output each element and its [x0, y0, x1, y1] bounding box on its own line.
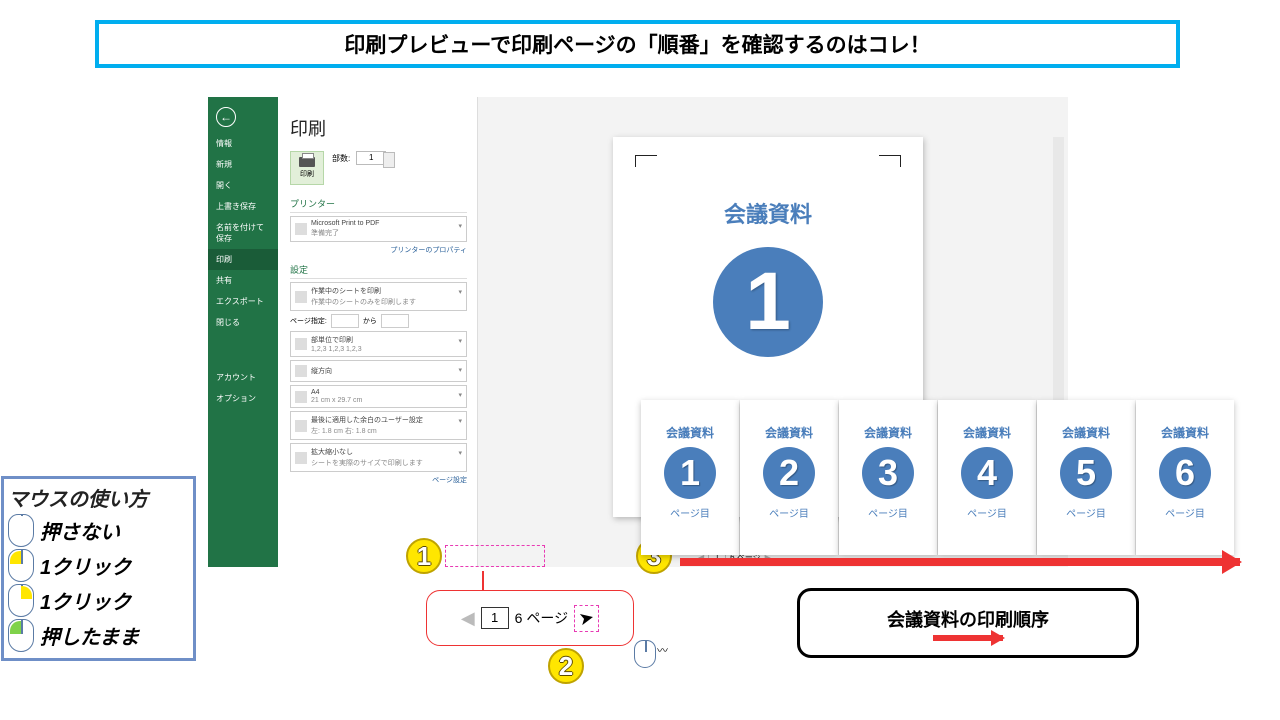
print-button[interactable]: 印刷: [290, 151, 324, 185]
sidebar-item-save[interactable]: 上書き保存: [208, 196, 278, 217]
sidebar-item-open[interactable]: 開く: [208, 175, 278, 196]
preview-doc-title: 会議資料: [724, 197, 812, 229]
arrow-right-icon: [933, 635, 1003, 641]
backstage-sidebar: ← 情報 新規 開く 上書き保存 名前を付けて保存 印刷 共有 エクスポート 閉…: [208, 97, 278, 567]
sidebar-item-close[interactable]: 閉じる: [208, 312, 278, 333]
thumb-page: 会議資料5ページ目: [1037, 400, 1135, 555]
callout-highlight-box: [445, 545, 545, 567]
legend-row-none: 押さない: [8, 514, 189, 547]
legend-title: マウスの使い方: [8, 483, 189, 512]
mouse-icon: 〰: [634, 640, 656, 668]
thumb-page: 会議資料1ページ目: [641, 400, 739, 555]
copies-stepper[interactable]: 1: [356, 151, 386, 165]
print-heading: 印刷: [290, 115, 467, 141]
crop-mark-icon: [879, 155, 901, 167]
print-what-select[interactable]: 作業中のシートを印刷作業中のシートのみを印刷します: [290, 282, 467, 311]
page-order-thumbnails: 会議資料1ページ目 会議資料2ページ目 会議資料3ページ目 会議資料4ページ目 …: [641, 400, 1235, 555]
sidebar-item-export[interactable]: エクスポート: [208, 291, 278, 312]
page-to-input[interactable]: [381, 314, 409, 328]
sidebar-item-saveas[interactable]: 名前を付けて保存: [208, 217, 278, 249]
copies-label: 部数:: [332, 153, 350, 164]
printer-status-icon: [295, 223, 307, 235]
order-arrow: [680, 558, 1240, 566]
step-badge-2: 2: [548, 648, 584, 684]
page-range-row: ページ指定: から: [290, 314, 467, 328]
callout-zoom-bubble: ◀ 1 6 ページ ➤: [426, 590, 634, 646]
mouse-legend: マウスの使い方 押さない 1クリック 1クリック 押したまま: [1, 476, 196, 661]
sidebar-item-share[interactable]: 共有: [208, 270, 278, 291]
page-setup-link[interactable]: ページ設定: [290, 475, 467, 485]
sidebar-item-info[interactable]: 情報: [208, 133, 278, 154]
legend-row-rightclick: 1クリック: [8, 584, 189, 617]
thumb-page: 会議資料6ページ目: [1136, 400, 1234, 555]
crop-mark-icon: [635, 155, 657, 167]
orientation-select[interactable]: 縦方向: [290, 360, 467, 382]
page-from-input[interactable]: [331, 314, 359, 328]
print-order-caption: 会議資料の印刷順序: [797, 588, 1139, 658]
sidebar-item-account[interactable]: アカウント: [208, 367, 278, 388]
step-badge-1: 1: [406, 538, 442, 574]
printer-icon: [299, 157, 315, 167]
printer-section-label: プリンター: [290, 197, 467, 213]
chevron-left-icon: ◀: [461, 608, 475, 629]
collate-select[interactable]: 部単位で印刷1,2,3 1,2,3 1,2,3: [290, 331, 467, 357]
preview-page-number-circle: 1: [713, 247, 823, 357]
sidebar-item-options[interactable]: オプション: [208, 388, 278, 409]
callout-total-text: 6 ページ: [515, 608, 568, 628]
page-title: 印刷プレビューで印刷ページの「順番」を確認するのはコレ！: [95, 20, 1180, 68]
scaling-select[interactable]: 拡大縮小なしシートを実際のサイズで印刷します: [290, 443, 467, 472]
thumb-page: 会議資料3ページ目: [839, 400, 937, 555]
margins-select[interactable]: 最後に適用した余白のユーザー設定左: 1.8 cm 右: 1.8 cm: [290, 411, 467, 440]
printer-select[interactable]: Microsoft Print to PDF準備完了: [290, 216, 467, 242]
callout-page-input: 1: [481, 607, 509, 629]
printer-properties-link[interactable]: プリンターのプロパティ: [290, 245, 467, 255]
sidebar-item-print[interactable]: 印刷: [208, 249, 278, 270]
thumb-page: 会議資料2ページ目: [740, 400, 838, 555]
legend-row-hold: 押したまま: [8, 619, 189, 652]
sidebar-item-new[interactable]: 新規: [208, 154, 278, 175]
back-arrow-icon[interactable]: ←: [216, 107, 236, 127]
paper-size-select[interactable]: A421 cm x 29.7 cm: [290, 385, 467, 408]
thumb-page: 会議資料4ページ目: [938, 400, 1036, 555]
print-settings-panel: 印刷 印刷 部数: 1 プリンター Microsoft Print to PDF…: [278, 97, 478, 567]
settings-section-label: 設定: [290, 263, 467, 279]
legend-row-leftclick: 1クリック: [8, 549, 189, 582]
cursor-icon: ➤: [577, 606, 596, 630]
